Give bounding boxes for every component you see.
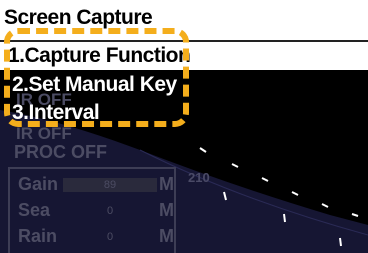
rain-row: Rain 0 M bbox=[10, 224, 176, 250]
gain-sea-rain-panel: Gain 89 M Sea 0 M Rain 0 M bbox=[8, 167, 176, 253]
radar-screen: IR OFF IR OFF PROC OFF 210 Gain 89 M Sea… bbox=[0, 0, 368, 253]
rain-mode: M bbox=[159, 226, 174, 246]
gain-row: Gain 89 M bbox=[10, 172, 176, 198]
menu-item-label: 1.Capture Function bbox=[8, 44, 191, 67]
menu-item-capture-function[interactable]: 1.Capture Function bbox=[0, 42, 368, 70]
rain-value: 0 bbox=[106, 231, 114, 243]
gain-value: 89 bbox=[103, 179, 117, 191]
menu-title-bar: Screen Capture bbox=[0, 0, 368, 42]
ir-off-indicator-secondary: IR OFF bbox=[16, 124, 72, 143]
rain-label: Rain bbox=[18, 226, 58, 246]
proc-off-indicator: PROC OFF bbox=[14, 142, 107, 162]
gain-label: Gain bbox=[18, 174, 59, 194]
menu-title: Screen Capture bbox=[4, 6, 153, 29]
sea-label: Sea bbox=[18, 200, 51, 220]
gain-mode: M bbox=[159, 174, 174, 194]
menu-item-interval[interactable]: 3.Interval bbox=[12, 101, 100, 125]
sea-mode: M bbox=[159, 200, 174, 220]
bearing-label-210: 210 bbox=[188, 170, 210, 185]
menu-item-set-manual-key[interactable]: 2.Set Manual Key bbox=[12, 73, 177, 97]
sea-row: Sea 0 M bbox=[10, 198, 176, 224]
sea-value: 0 bbox=[106, 205, 114, 217]
